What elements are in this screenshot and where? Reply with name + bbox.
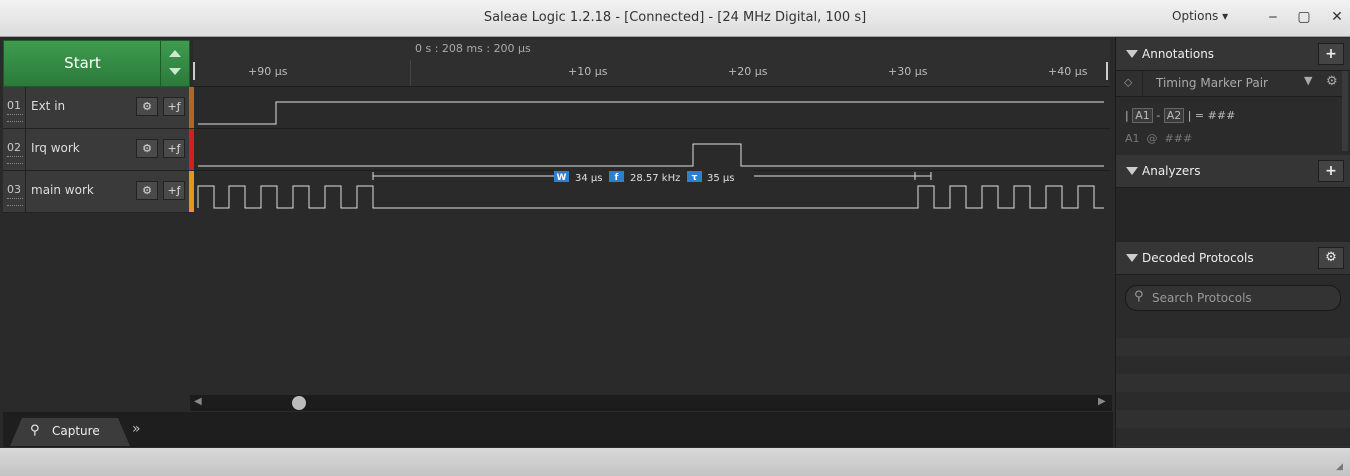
timing-marker-row[interactable]: ⬦ Timing Marker Pair ▼ ⚙: [1116, 71, 1342, 97]
divider: [25, 129, 26, 170]
annotations-scrollbar[interactable]: [1342, 71, 1348, 151]
channel-name[interactable]: main work: [31, 183, 94, 197]
options-label: Options: [1172, 9, 1219, 23]
scroll-marker-left[interactable]: [193, 62, 195, 80]
marker-name[interactable]: Timing Marker Pair: [1156, 76, 1268, 90]
divider: [25, 87, 26, 128]
pin-icon: ⬦: [1124, 75, 1133, 89]
time-ruler[interactable]: 0 s : 208 ms : 200 µs +90 µs +10 µs +20 …: [193, 40, 1110, 87]
decoded-protocols-title: Decoded Protocols: [1142, 251, 1254, 265]
divider: [25, 171, 26, 212]
divider: [1142, 71, 1143, 96]
search-icon: ⚲: [1134, 289, 1144, 304]
trigger-button[interactable]: +ƒ: [163, 97, 185, 116]
period-badge: τ: [692, 173, 698, 183]
scroll-right-icon[interactable]: ▶: [1098, 396, 1106, 407]
gear-icon[interactable]: ⚙: [136, 97, 158, 116]
arrow-down-icon: [169, 68, 181, 75]
channel-row-1[interactable]: 01 Ext in ⚙ +ƒ: [3, 87, 189, 129]
tick-label: +90 µs: [248, 65, 288, 78]
at-value: ###: [1164, 132, 1193, 145]
channel-name[interactable]: Ext in: [31, 99, 65, 113]
chevron-down-icon: ▾: [1222, 9, 1229, 23]
options-menu[interactable]: Options ▾: [1172, 9, 1228, 23]
search-protocols-input[interactable]: ⚲ Search Protocols: [1125, 285, 1341, 311]
add-annotation-button[interactable]: +: [1318, 43, 1344, 65]
marker-a1-label: A1: [1125, 132, 1140, 145]
formula-value: ###: [1207, 109, 1236, 122]
analyzers-header[interactable]: Analyzers +: [1116, 155, 1350, 188]
tick-label: +30 µs: [888, 65, 928, 78]
resize-grip-icon[interactable]: ◢: [1336, 462, 1343, 472]
period-value: 35 µs: [707, 173, 734, 184]
marker-a1[interactable]: A1: [1132, 108, 1153, 123]
gear-icon[interactable]: ⚙: [1326, 74, 1338, 89]
absolute-time: 0 s : 208 ms : 200 µs: [415, 42, 531, 55]
annotations-header[interactable]: Annotations +: [1116, 38, 1350, 71]
freq-badge: f: [615, 173, 619, 183]
maximize-button[interactable]: ▢: [1289, 4, 1319, 30]
window-title: Saleae Logic 1.2.18 - [Connected] - [24 …: [483, 10, 867, 25]
decoded-protocols-list: [1116, 320, 1350, 447]
annotation-at: A1 @ ###: [1125, 132, 1193, 145]
channel-number: 02: [7, 141, 21, 154]
channel-number: 01: [7, 99, 21, 112]
tick-label: +20 µs: [728, 65, 768, 78]
close-button[interactable]: ✕: [1322, 4, 1350, 30]
channel-row-3[interactable]: 03 main work ⚙ +ƒ: [3, 171, 189, 213]
waveform-view[interactable]: W 34 µs f 28.57 kHz τ 35 µs: [194, 87, 1110, 212]
chevron-down-icon[interactable]: ▼: [1304, 74, 1312, 87]
freq-value: 28.57 kHz: [630, 173, 680, 184]
annotation-formula: | A1 - A2 | = ###: [1125, 108, 1236, 123]
drag-handle-icon[interactable]: [7, 198, 23, 206]
tab-capture[interactable]: ⚲ Capture: [10, 418, 130, 446]
channel-row-2[interactable]: 02 Irq work ⚙ +ƒ: [3, 129, 189, 171]
trigger-button[interactable]: +ƒ: [163, 181, 185, 200]
width-badge: W: [557, 173, 567, 183]
gear-icon[interactable]: ⚙: [1318, 247, 1344, 269]
width-value: 34 µs: [575, 173, 602, 184]
collapse-triangle-icon[interactable]: [1126, 254, 1138, 262]
decoded-protocols-header[interactable]: Decoded Protocols ⚙: [1116, 242, 1350, 275]
tab-bar: [3, 412, 1113, 447]
channel-number: 03: [7, 183, 21, 196]
collapse-triangle-icon[interactable]: [1126, 167, 1138, 175]
status-bar: ◢: [0, 448, 1350, 476]
minimize-button[interactable]: ‒: [1258, 4, 1288, 30]
gear-icon[interactable]: ⚙: [136, 181, 158, 200]
start-button[interactable]: Start: [3, 40, 162, 87]
trigger-button[interactable]: +ƒ: [163, 139, 185, 158]
analyzers-list: [1116, 188, 1350, 242]
channel-name[interactable]: Irq work: [31, 141, 80, 155]
drag-handle-icon[interactable]: [7, 156, 23, 164]
search-placeholder: Search Protocols: [1152, 291, 1252, 305]
drag-handle-icon[interactable]: [7, 114, 23, 122]
tick-label: +10 µs: [568, 65, 608, 78]
add-analyzer-button[interactable]: +: [1318, 160, 1344, 182]
more-tabs-button[interactable]: »: [132, 421, 141, 437]
scroll-left-icon[interactable]: ◀: [194, 396, 202, 407]
gear-icon[interactable]: ⚙: [136, 139, 158, 158]
scroll-thumb[interactable]: [292, 396, 306, 410]
tick-line: [410, 60, 411, 86]
annotations-title: Annotations: [1142, 47, 1215, 61]
scroll-marker-right[interactable]: [1106, 62, 1108, 80]
tab-label: Capture: [52, 424, 100, 438]
marker-a2[interactable]: A2: [1163, 108, 1185, 123]
analyzers-title: Analyzers: [1142, 164, 1201, 178]
search-icon: ⚲: [30, 423, 40, 438]
horizontal-scrollbar[interactable]: ◀ ▶: [190, 395, 1112, 411]
start-options-stepper[interactable]: [160, 40, 190, 87]
arrow-up-icon: [169, 50, 181, 57]
tick-label: +40 µs: [1048, 65, 1088, 78]
collapse-triangle-icon[interactable]: [1126, 50, 1138, 58]
